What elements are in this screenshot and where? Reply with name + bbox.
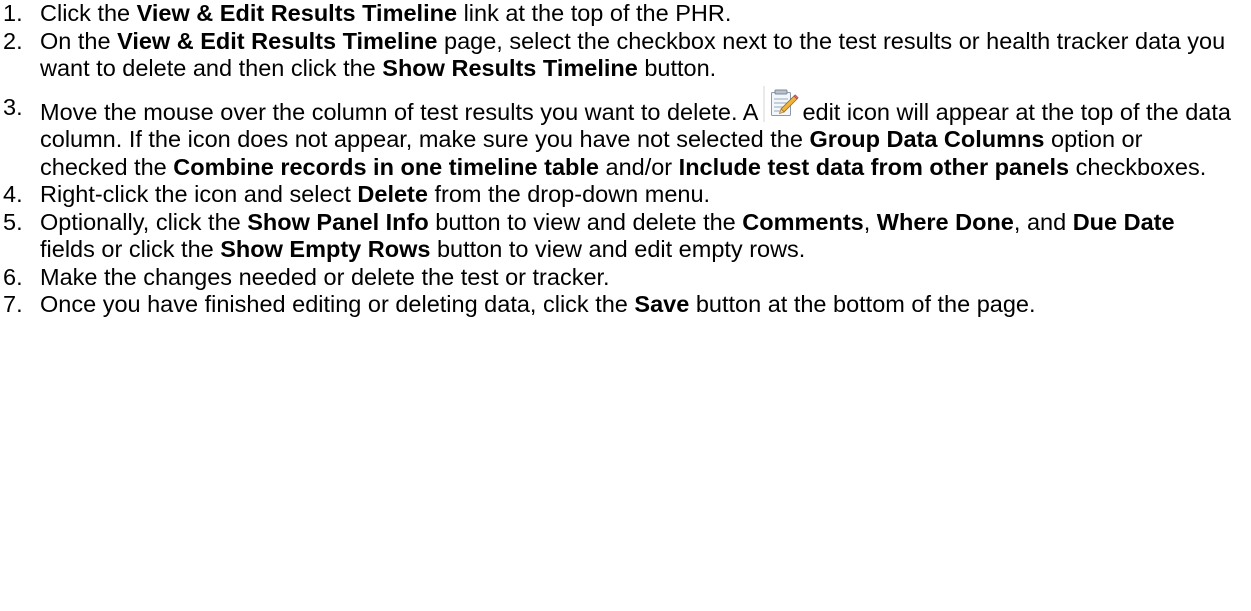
ui-term: Group Data Columns (809, 126, 1045, 152)
step-number: 2. (3, 27, 23, 54)
ui-term: Delete (357, 181, 428, 207)
ui-term: Where Done (876, 208, 1014, 235)
ui-term: Comments (742, 208, 864, 235)
step-text: , and (1013, 208, 1073, 235)
step-3: 3. Move the mouse over the column of test… (0, 85, 1251, 182)
step-number: 4. (3, 181, 23, 207)
ui-term: Save (634, 291, 690, 317)
step-text: button. (637, 55, 717, 81)
step-text: On the (40, 27, 118, 54)
ui-term: Show Panel Info (247, 208, 429, 235)
step-number: 1. (3, 0, 23, 26)
ui-term: Combine records in one timeline table (173, 153, 599, 180)
step-number: 7. (3, 291, 23, 317)
step-text: Click the (40, 0, 137, 26)
step-2: 2. On the View & Edit Results Timeline pa… (0, 28, 1251, 83)
step-7: 7. Once you have finished editing or dele… (0, 291, 1251, 319)
step-text: button to view and delete the (428, 208, 743, 235)
ui-term: View & Edit Results Timeline (136, 0, 458, 26)
step-5: 5. Optionally, click the Show Panel Info … (0, 209, 1251, 264)
ui-term: Show Results Timeline (382, 55, 638, 81)
step-text: button to view and edit empty rows. (430, 236, 806, 262)
ui-term: Due Date (1072, 208, 1175, 235)
step-text: button at the bottom of the page. (689, 291, 1036, 317)
ui-term: View & Edit Results Timeline (117, 27, 438, 54)
edit-icon (763, 85, 800, 124)
steps-list: 1. Click the View & Edit Results Timeline… (0, 0, 1251, 319)
step-text: fields or click the (40, 236, 221, 262)
step-text: checkboxes. (1069, 153, 1207, 180)
step-number: 6. (3, 263, 23, 290)
step-text: Optionally, click the (40, 208, 248, 235)
step-6: 6. Make the changes needed or delete the … (0, 264, 1251, 292)
step-number: 3. (3, 93, 23, 120)
step-text: Move the mouse over the column of test r… (40, 98, 759, 125)
step-text: from the drop-down menu. (427, 181, 711, 207)
step-text: Right-click the icon and select (40, 181, 358, 207)
ui-term: Show Empty Rows (220, 236, 431, 262)
instructions-document: 1. Click the View & Edit Results Timeline… (0, 0, 1251, 319)
step-text: , (863, 208, 877, 235)
step-1: 1. Click the View & Edit Results Timeline… (0, 0, 1251, 28)
step-text: Make the changes needed or delete the te… (40, 263, 610, 290)
step-4: 4. Right-click the icon and select Delete… (0, 181, 1251, 209)
step-text: link at the top of the PHR. (457, 0, 732, 26)
ui-term: Include test data from other panels (678, 153, 1070, 180)
step-text: and/or (598, 153, 679, 180)
step-number: 5. (3, 208, 23, 235)
step-text: Once you have finished editing or deleti… (40, 291, 635, 317)
